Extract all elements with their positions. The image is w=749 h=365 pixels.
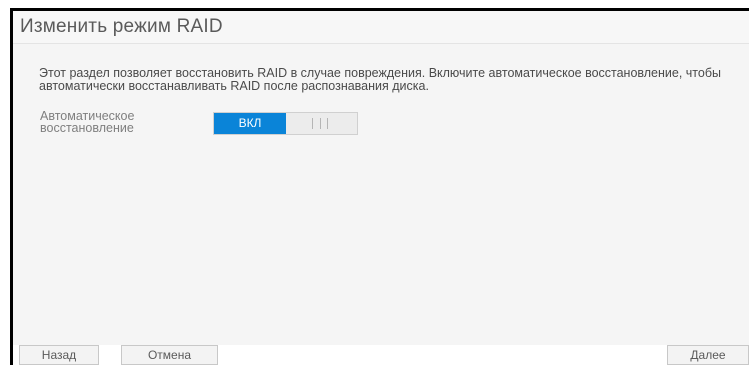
dialog-title: Изменить режим RAID — [20, 16, 223, 37]
dialog-content: Этот раздел позволяет восстановить RAID … — [13, 44, 749, 345]
back-button[interactable]: Назад — [19, 345, 99, 365]
raid-mode-dialog: Изменить режим RAID Этот раздел позволяе… — [13, 11, 749, 365]
description-text: Этот раздел позволяет восстановить RAID … — [39, 66, 721, 93]
auto-recovery-label: Автоматическое восстановление — [40, 109, 135, 135]
dialog-footer: Назад Отмена Далее — [13, 345, 749, 365]
toggle-grip-icon — [312, 118, 328, 129]
title-bar: Изменить режим RAID — [13, 11, 749, 44]
next-button[interactable]: Далее — [667, 345, 749, 365]
auto-recovery-toggle[interactable]: ВКЛ — [213, 112, 358, 135]
toggle-on-segment[interactable]: ВКЛ — [214, 113, 286, 134]
cancel-button[interactable]: Отмена — [121, 345, 218, 365]
